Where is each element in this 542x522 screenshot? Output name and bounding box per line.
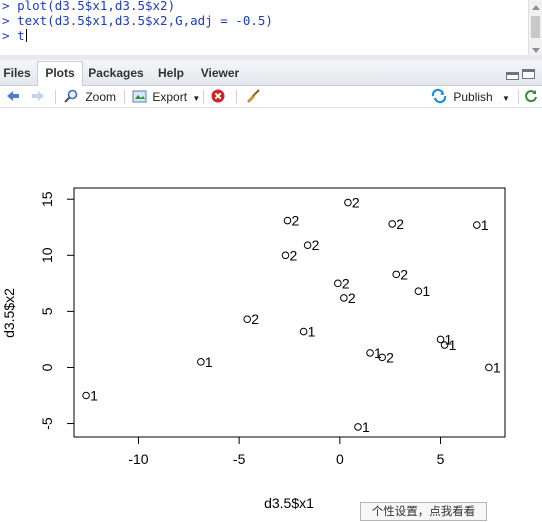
point-label: 2 bbox=[396, 216, 404, 232]
y-tick-label: -5 bbox=[39, 417, 55, 430]
point-label: 2 bbox=[312, 237, 320, 253]
maximize-icon[interactable] bbox=[522, 69, 535, 79]
console-scrollbar[interactable] bbox=[528, 0, 542, 58]
point-label: 1 bbox=[449, 337, 457, 353]
point-label: 2 bbox=[352, 195, 360, 211]
zoom-icon bbox=[64, 89, 78, 103]
tab-viewer[interactable]: Viewer bbox=[195, 62, 245, 85]
data-point bbox=[414, 287, 423, 295]
publish-button[interactable]: Publish ▼ bbox=[430, 88, 510, 105]
scrollbar-thumb[interactable] bbox=[531, 16, 540, 38]
console-line: > text(d3.5$x1,d3.5$x2,G,adj = -0.5) bbox=[2, 13, 273, 28]
point-label: 1 bbox=[481, 217, 489, 233]
point-label: 1 bbox=[422, 283, 430, 299]
broom-icon[interactable] bbox=[245, 88, 261, 105]
minimize-icon[interactable] bbox=[506, 72, 519, 80]
y-tick-label: 0 bbox=[39, 363, 55, 371]
data-point bbox=[392, 270, 401, 279]
toolbar-separator bbox=[55, 90, 56, 104]
point-label: 1 bbox=[362, 419, 370, 435]
x-tick-label: 5 bbox=[437, 451, 445, 467]
point-label: 2 bbox=[289, 247, 297, 263]
data-point bbox=[354, 423, 362, 431]
data-point bbox=[366, 349, 374, 357]
toolbar-separator bbox=[236, 90, 237, 104]
tab-files[interactable]: Files bbox=[0, 62, 34, 85]
tab-bar: Files Plots Packages Help Viewer bbox=[0, 60, 542, 87]
scatter-plot: -10 -5 0 5 -5051015 112222122211 22211111 d3… bbox=[1, 187, 506, 511]
toolbar-separator bbox=[203, 90, 204, 104]
y-tick-label: 15 bbox=[39, 191, 55, 207]
chevron-down-icon: ▼ bbox=[192, 94, 201, 103]
data-point bbox=[283, 216, 292, 225]
y-tick-label: 10 bbox=[39, 247, 55, 263]
data-point bbox=[388, 220, 397, 228]
data-point bbox=[334, 279, 342, 288]
point-label: 1 bbox=[493, 359, 501, 375]
point-label: 1 bbox=[374, 345, 382, 361]
point-label: 1 bbox=[90, 388, 98, 404]
x-tick-label: -10 bbox=[128, 451, 148, 467]
y-axis-label: d3.5$x2 bbox=[1, 288, 17, 338]
text-cursor bbox=[25, 29, 27, 42]
x-tick-label: 0 bbox=[336, 451, 344, 467]
console-input-line[interactable]: > t bbox=[2, 28, 27, 44]
point-label: 2 bbox=[348, 290, 356, 306]
data-point bbox=[340, 294, 348, 302]
data-point bbox=[299, 327, 308, 336]
tab-packages[interactable]: Packages bbox=[84, 62, 148, 85]
data-point bbox=[303, 241, 312, 250]
forward-arrow-icon[interactable] bbox=[30, 88, 46, 105]
back-arrow-icon[interactable] bbox=[5, 88, 21, 105]
point-label: 1 bbox=[205, 354, 213, 370]
point-label: 2 bbox=[400, 266, 408, 282]
data-point bbox=[82, 391, 90, 400]
console-line: > plot(d3.5$x1,d3.5$x2) bbox=[2, 0, 176, 13]
data-point bbox=[243, 315, 252, 324]
data-point bbox=[344, 198, 352, 207]
data-point bbox=[197, 358, 205, 366]
scroll-down-icon[interactable] bbox=[532, 48, 540, 53]
x-axis-label: d3.5$x1 bbox=[264, 495, 314, 511]
data-point bbox=[281, 251, 290, 260]
refresh-icon[interactable] bbox=[524, 88, 538, 105]
x-tick-label: -5 bbox=[233, 451, 246, 467]
point-label: 2 bbox=[291, 213, 299, 229]
console-pane[interactable]: > plot(d3.5$x1,d3.5$x2) > text(d3.5$x1,d… bbox=[0, 0, 528, 55]
plot-frame bbox=[73, 187, 506, 438]
toolbar-separator bbox=[124, 90, 125, 104]
point-label: 1 bbox=[308, 324, 316, 340]
zoom-button[interactable]: Zoom bbox=[63, 88, 116, 105]
chevron-down-icon: ▼ bbox=[502, 94, 510, 103]
tab-help[interactable]: Help bbox=[152, 62, 190, 85]
point-label: 2 bbox=[251, 311, 259, 327]
point-label: 2 bbox=[386, 349, 394, 365]
scroll-up-icon[interactable] bbox=[532, 5, 540, 10]
publish-icon bbox=[431, 88, 447, 104]
settings-tooltip[interactable]: 个性设置，点我看看 bbox=[360, 502, 487, 521]
toolbar-separator bbox=[518, 90, 519, 104]
data-point bbox=[485, 363, 493, 372]
export-icon bbox=[132, 90, 147, 103]
tab-plots[interactable]: Plots bbox=[37, 61, 83, 87]
y-tick-label: 5 bbox=[39, 307, 55, 315]
export-button[interactable]: Export ▼ bbox=[132, 88, 200, 105]
plot-area: -10 -5 0 5 -5 0 5 10 15 11222212221122211111 d3… bbox=[0, 108, 542, 521]
data-point bbox=[473, 221, 481, 229]
remove-plot-icon[interactable] bbox=[210, 88, 226, 105]
plots-toolbar: Zoom Export ▼ Publish ▼ bbox=[0, 86, 542, 108]
